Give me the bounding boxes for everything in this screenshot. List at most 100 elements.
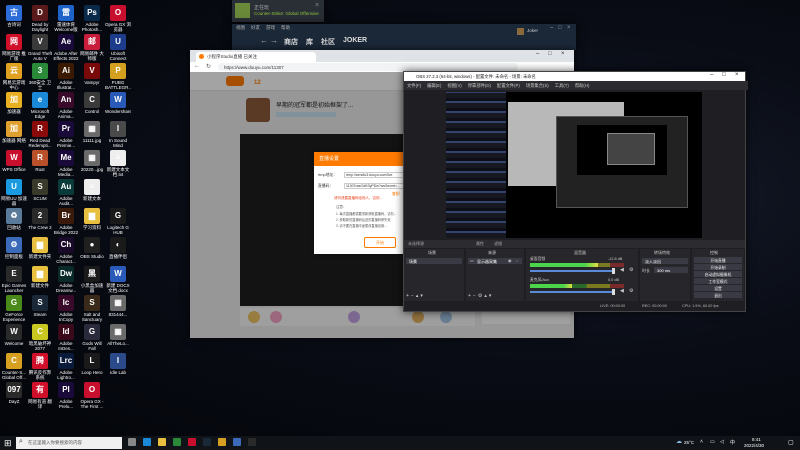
volume-slider[interactable] — [530, 270, 612, 272]
menu-games[interactable]: 游戏 — [266, 25, 275, 33]
control-button-label: 开始直播 — [710, 259, 726, 263]
properties-button[interactable]: 属性 — [476, 241, 484, 247]
menu-scene-collection[interactable]: 场景集合(S) — [526, 81, 549, 90]
minimize-icon[interactable]: – — [550, 25, 553, 31]
reload-icon[interactable]: ↻ — [206, 63, 211, 70]
steam-notification[interactable]: 正在玩 Counter-Strike: Global Offensive × — [232, 0, 324, 22]
windows-start-icon[interactable]: ⊞ — [4, 438, 12, 449]
scene-item[interactable]: 场景 — [406, 258, 462, 264]
desktop-icon[interactable]: I Idle Lab — [105, 350, 131, 388]
start-button[interactable]: 开始 — [364, 237, 396, 248]
volume-slider[interactable] — [530, 291, 612, 293]
down-icon[interactable]: ▾ — [420, 293, 425, 299]
taskbar-app-icon[interactable] — [173, 438, 181, 446]
notification-icon[interactable]: ▢ — [788, 439, 794, 446]
menu-view[interactable]: 视图(V) — [447, 81, 461, 90]
volume-slider-handle[interactable] — [612, 289, 615, 295]
desktop-icon[interactable]: 有网易有道 翻译 — [27, 379, 53, 417]
steam-window[interactable]: 视图 好友 游戏 帮助 ← → 商店 库 社区 JOKER Joker – □ … — [232, 24, 576, 50]
menu-friends[interactable]: 好友 — [251, 25, 260, 33]
duration-input[interactable]: 300 ms — [654, 267, 688, 273]
mixer-title: 混音器 — [574, 250, 586, 255]
transition-select[interactable]: 淡入淡出 — [642, 258, 688, 264]
note-2: 2. 获取新的直播码后旧的直播码即失效 — [336, 218, 391, 222]
taskbar-app-icon[interactable] — [158, 438, 166, 446]
lock-icon[interactable]: ▫ — [516, 258, 517, 263]
back-arrow-icon[interactable]: ← — [260, 36, 268, 45]
control-button[interactable]: 工作室模式 — [694, 278, 742, 284]
scenes-title: 场景 — [428, 250, 436, 255]
desktop-icon[interactable]: Pl Adobe Prelu... — [53, 379, 79, 417]
steam-username[interactable]: Joker — [527, 28, 538, 33]
obs-window[interactable]: OBS 27.2.3 (64-bit, windows) - 配置文件: 未命名… — [403, 71, 748, 312]
speaker-icon[interactable]: ◀ — [620, 267, 624, 273]
taskbar-search[interactable]: ⌕ 在这里输入你要搜索的内容 — [16, 437, 122, 449]
filters-button[interactable]: 滤镜 — [494, 241, 502, 247]
taskbar-app-icon[interactable] — [128, 438, 136, 446]
close-icon[interactable]: × — [561, 51, 565, 57]
clock-date[interactable]: 2022/4/30 — [744, 443, 764, 448]
menu-edit[interactable]: 编辑(E) — [427, 81, 441, 90]
menu-docks[interactable]: 停靠部件(D) — [468, 81, 491, 90]
close-icon[interactable]: × — [315, 2, 319, 9]
desktop-icon[interactable]: 097 DayZ — [1, 379, 27, 417]
control-button[interactable]: 开始直播 — [694, 257, 742, 263]
back-arrow-icon[interactable]: ← — [194, 63, 200, 69]
taskbar-app-icon[interactable] — [188, 438, 196, 446]
app-icon: W — [110, 266, 126, 282]
control-button[interactable]: 退出 — [694, 292, 742, 298]
taskbar-app-icon[interactable] — [218, 438, 226, 446]
app-icon: ⚙ — [6, 237, 22, 253]
close-icon[interactable]: × — [735, 72, 739, 78]
obs-preview[interactable] — [446, 92, 702, 238]
menu-file[interactable]: 文件(F) — [407, 81, 421, 90]
app-icon: I — [110, 353, 126, 369]
forward-arrow-icon[interactable]: → — [270, 36, 278, 45]
taskbar-app-icon[interactable] — [203, 438, 211, 446]
browser-tab[interactable]: 小程序Studio直播 已关注 — [196, 52, 316, 62]
control-button[interactable]: 开始录制 — [694, 264, 742, 270]
taskbar-app-icon[interactable] — [143, 438, 151, 446]
nav-community[interactable]: 社区 — [321, 37, 335, 47]
minimize-icon[interactable]: – — [710, 72, 713, 78]
source-item[interactable]: ▭ 显示器采集 ◉ ▫ — [468, 258, 522, 264]
visibility-icon[interactable]: ◉ — [508, 258, 512, 263]
control-button[interactable]: 启动虚拟摄像机 — [694, 271, 742, 277]
close-icon[interactable]: × — [567, 25, 571, 31]
nav-store[interactable]: 商店 — [284, 37, 298, 47]
key-value[interactable]: 11307rasGdKSyPDw?wsSecret=... — [344, 183, 410, 189]
speaker-icon[interactable]: ◀ — [620, 288, 624, 294]
control-button[interactable]: 设置 — [694, 285, 742, 291]
volume-slider-handle[interactable] — [612, 268, 615, 274]
taskbar-app-icon[interactable] — [233, 438, 241, 446]
address-bar[interactable]: https://www.douyu.com/11307 — [218, 63, 518, 71]
taskbar-app-icon[interactable] — [248, 438, 256, 446]
desktop-icon[interactable]: ≡ 新建文本文档.txt — [105, 147, 131, 185]
gear-icon[interactable]: ⚙ — [629, 267, 633, 273]
menu-view[interactable]: 视图 — [236, 25, 245, 33]
menu-profile[interactable]: 配置文件(P) — [497, 81, 520, 90]
network-icon[interactable]: ▭ — [710, 439, 715, 445]
app-icon: 加 — [6, 121, 22, 137]
weather-icon[interactable]: ☁ — [676, 438, 682, 445]
menu-help[interactable]: 帮助 — [281, 25, 290, 33]
gear-icon[interactable]: ⚙ — [629, 288, 633, 294]
nav-library[interactable]: 库 — [306, 37, 313, 47]
stream-settings-dialog[interactable]: 直播设置 rtmp地址： rtmp://sendtc3.douyu.com/li… — [314, 152, 410, 254]
menu-help[interactable]: 帮助(H) — [575, 81, 590, 90]
rtmp-value[interactable]: rtmp://sendtc3.douyu.com/live — [344, 172, 410, 178]
volume-icon[interactable]: ◁ — [720, 439, 724, 445]
temperature[interactable]: 25°C — [684, 440, 694, 445]
ime-indicator[interactable]: 中 — [730, 439, 735, 446]
clock-time[interactable]: 8:41 — [752, 437, 761, 442]
minimize-icon[interactable]: – — [536, 51, 539, 57]
menu-tools[interactable]: 工具(T) — [555, 81, 569, 90]
app-icon: W — [6, 324, 22, 340]
desktop-icon[interactable]: O Opera GX - The First ... — [79, 379, 105, 417]
tray-chevron-icon[interactable]: ˄ — [700, 439, 703, 445]
maximize-icon[interactable]: □ — [722, 72, 726, 78]
maximize-icon[interactable]: □ — [548, 51, 552, 57]
down-icon[interactable]: ▾ — [489, 293, 494, 299]
nav-profile[interactable]: JOKER — [343, 37, 367, 47]
maximize-icon[interactable]: □ — [558, 25, 562, 31]
